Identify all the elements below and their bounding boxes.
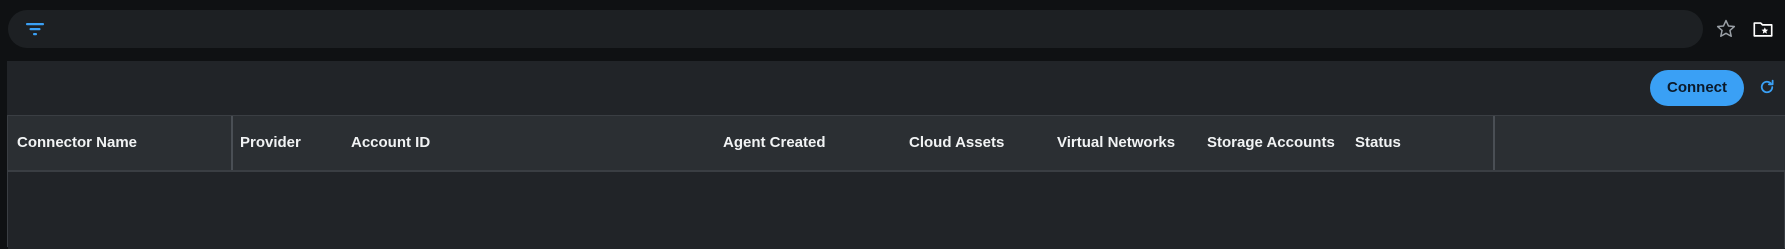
column-resize-handle[interactable] bbox=[1493, 116, 1495, 170]
column-resize-handle[interactable] bbox=[231, 116, 233, 170]
refresh-icon[interactable] bbox=[1758, 78, 1776, 96]
column-header-provider[interactable]: Provider bbox=[240, 116, 301, 170]
filter-bar[interactable] bbox=[8, 10, 1703, 48]
star-icon[interactable] bbox=[1715, 18, 1737, 40]
column-header-storage-accounts[interactable]: Storage Accounts bbox=[1207, 116, 1335, 170]
column-header-cloud-assets[interactable]: Cloud Assets bbox=[909, 116, 1004, 170]
top-bar bbox=[0, 0, 1785, 60]
column-header-account-id[interactable]: Account ID bbox=[351, 116, 430, 170]
table-header-row: Connector Name Provider Account ID Agent… bbox=[8, 116, 1785, 171]
column-header-virtual-networks[interactable]: Virtual Networks bbox=[1057, 116, 1175, 170]
filter-icon[interactable] bbox=[25, 20, 45, 38]
folder-star-icon[interactable] bbox=[1752, 18, 1774, 40]
column-header-connector-name[interactable]: Connector Name bbox=[17, 116, 137, 170]
column-header-agent-created[interactable]: Agent Created bbox=[723, 116, 826, 170]
table-body bbox=[8, 171, 1785, 249]
connectors-table: Connector Name Provider Account ID Agent… bbox=[7, 115, 1785, 249]
column-header-status[interactable]: Status bbox=[1355, 116, 1401, 170]
connect-button[interactable]: Connect bbox=[1650, 70, 1744, 106]
